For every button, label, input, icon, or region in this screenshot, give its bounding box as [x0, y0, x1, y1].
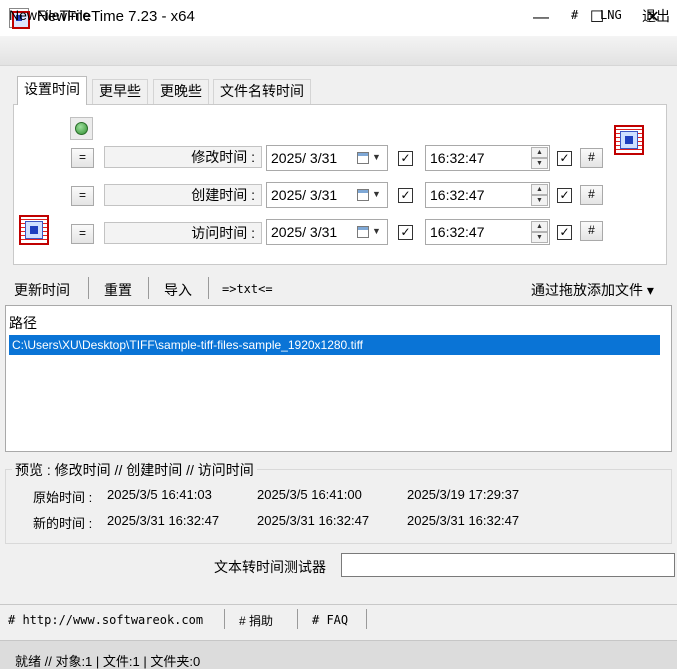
modified-date-picker[interactable]: 2025/ 3/31 ▼	[266, 145, 388, 171]
donate-link[interactable]: # 捐助	[239, 612, 273, 629]
modified-hash-button[interactable]: #	[580, 148, 603, 168]
spin-up-icon[interactable]: ▲	[531, 221, 548, 232]
file-list[interactable]	[5, 305, 672, 452]
faq-link[interactable]: # FAQ	[312, 613, 348, 627]
tab-earlier[interactable]: 更早些	[92, 79, 148, 104]
menu-app-name[interactable]: NewFileTime	[9, 7, 90, 23]
spin-down-icon[interactable]: ▼	[531, 195, 548, 206]
accessed-date-picker[interactable]: 2025/ 3/31 ▼	[266, 219, 388, 245]
tester-label: 文本转时间测试器	[214, 559, 326, 575]
drag-add-dropdown[interactable]: 通过拖放添加文件 ▾	[531, 280, 654, 300]
new-accessed-value: 2025/3/31 16:32:47	[407, 513, 520, 528]
modified-time-spinner[interactable]: ▲ ▼	[531, 147, 548, 169]
spin-down-icon[interactable]: ▼	[531, 158, 548, 169]
status-text: 就绪 // 对象:1 | 文件:1 | 文件夹:0	[15, 654, 201, 669]
new-created-value: 2025/3/31 16:32:47	[257, 513, 370, 528]
accessed-time-checkbox[interactable]: ✓	[557, 225, 572, 240]
created-date-value: 2025/ 3/31	[271, 187, 338, 203]
preview-group	[5, 469, 672, 544]
created-date-picker[interactable]: 2025/ 3/31 ▼	[266, 182, 388, 208]
import-button[interactable]: 导入	[164, 280, 192, 300]
calendar-icon	[357, 226, 369, 238]
original-modified-value: 2025/3/5 16:41:03	[107, 487, 212, 502]
refresh-icon	[75, 122, 88, 135]
created-equal-button[interactable]: =	[71, 186, 94, 206]
calendar-icon	[357, 189, 369, 201]
modified-time-label: 修改时间 :	[104, 146, 262, 168]
accessed-time-spinner[interactable]: ▲ ▼	[531, 221, 548, 243]
links-divider	[297, 609, 298, 629]
accessed-time-label: 访问时间 :	[104, 222, 262, 244]
list-header-path[interactable]: 路径	[9, 313, 37, 333]
accessed-equal-button[interactable]: =	[71, 224, 94, 244]
created-time-checkbox[interactable]: ✓	[557, 188, 572, 203]
modified-equal-button[interactable]: =	[71, 148, 94, 168]
created-time-input[interactable]: 16:32:47 ▲ ▼	[425, 182, 550, 208]
created-hash-button[interactable]: #	[580, 185, 603, 205]
accessed-time-value: 16:32:47	[430, 224, 485, 240]
toolbar-divider	[88, 277, 89, 299]
accessed-time-input[interactable]: 16:32:47 ▲ ▼	[425, 219, 550, 245]
app-logo-left-icon[interactable]	[19, 215, 49, 245]
tester-input[interactable]	[341, 553, 675, 577]
modified-time-checkbox[interactable]: ✓	[557, 151, 572, 166]
tab-later[interactable]: 更晚些	[153, 79, 209, 104]
spin-up-icon[interactable]: ▲	[531, 184, 548, 195]
menu-bar	[0, 36, 677, 66]
created-time-value: 16:32:47	[430, 187, 485, 203]
accessed-date-value: 2025/ 3/31	[271, 224, 338, 240]
accessed-hash-button[interactable]: #	[580, 221, 603, 241]
website-link[interactable]: # http://www.softwareok.com	[8, 613, 203, 627]
app-logo-right-icon[interactable]	[614, 125, 644, 155]
toolbar-divider	[208, 277, 209, 299]
list-item[interactable]: C:\Users\XU\Desktop\TIFF\sample-tiff-fil…	[9, 335, 660, 355]
menu-exit[interactable]: 退出	[642, 6, 670, 26]
original-time-label: 原始时间 :	[33, 490, 93, 505]
txt-button[interactable]: =>txt<=	[222, 282, 273, 296]
chevron-down-icon: ▼	[372, 189, 381, 199]
refresh-button[interactable]	[70, 117, 93, 140]
spin-up-icon[interactable]: ▲	[531, 147, 548, 158]
original-accessed-value: 2025/3/19 17:29:37	[407, 487, 520, 502]
created-time-label: 创建时间 :	[104, 184, 262, 206]
new-modified-value: 2025/3/31 16:32:47	[107, 513, 220, 528]
created-time-spinner[interactable]: ▲ ▼	[531, 184, 548, 206]
chevron-down-icon: ▼	[372, 226, 381, 236]
modified-time-value: 16:32:47	[430, 150, 485, 166]
original-created-value: 2025/3/5 16:41:00	[257, 487, 362, 502]
calendar-icon	[357, 152, 369, 164]
links-divider	[366, 609, 367, 629]
update-time-button[interactable]: 更新时间	[14, 280, 70, 300]
modified-date-value: 2025/ 3/31	[271, 150, 338, 166]
minimize-button[interactable]: —	[513, 0, 569, 36]
new-time-label: 新的时间 :	[33, 516, 93, 531]
created-date-checkbox[interactable]: ✓	[398, 188, 413, 203]
menu-hash[interactable]: #	[571, 8, 578, 22]
modified-time-input[interactable]: 16:32:47 ▲ ▼	[425, 145, 550, 171]
modified-date-checkbox[interactable]: ✓	[398, 151, 413, 166]
tab-set-time[interactable]: 设置时间	[17, 76, 87, 105]
toolbar-divider	[148, 277, 149, 299]
links-divider	[224, 609, 225, 629]
preview-legend: 预览 : 修改时间 // 创建时间 // 访问时间	[12, 460, 257, 480]
menu-language[interactable]: LNG	[600, 8, 622, 22]
reset-button[interactable]: 重置	[104, 280, 132, 300]
chevron-down-icon: ▼	[372, 152, 381, 162]
spin-down-icon[interactable]: ▼	[531, 232, 548, 243]
tab-filename-to-time[interactable]: 文件名转时间	[213, 79, 311, 104]
accessed-date-checkbox[interactable]: ✓	[398, 225, 413, 240]
